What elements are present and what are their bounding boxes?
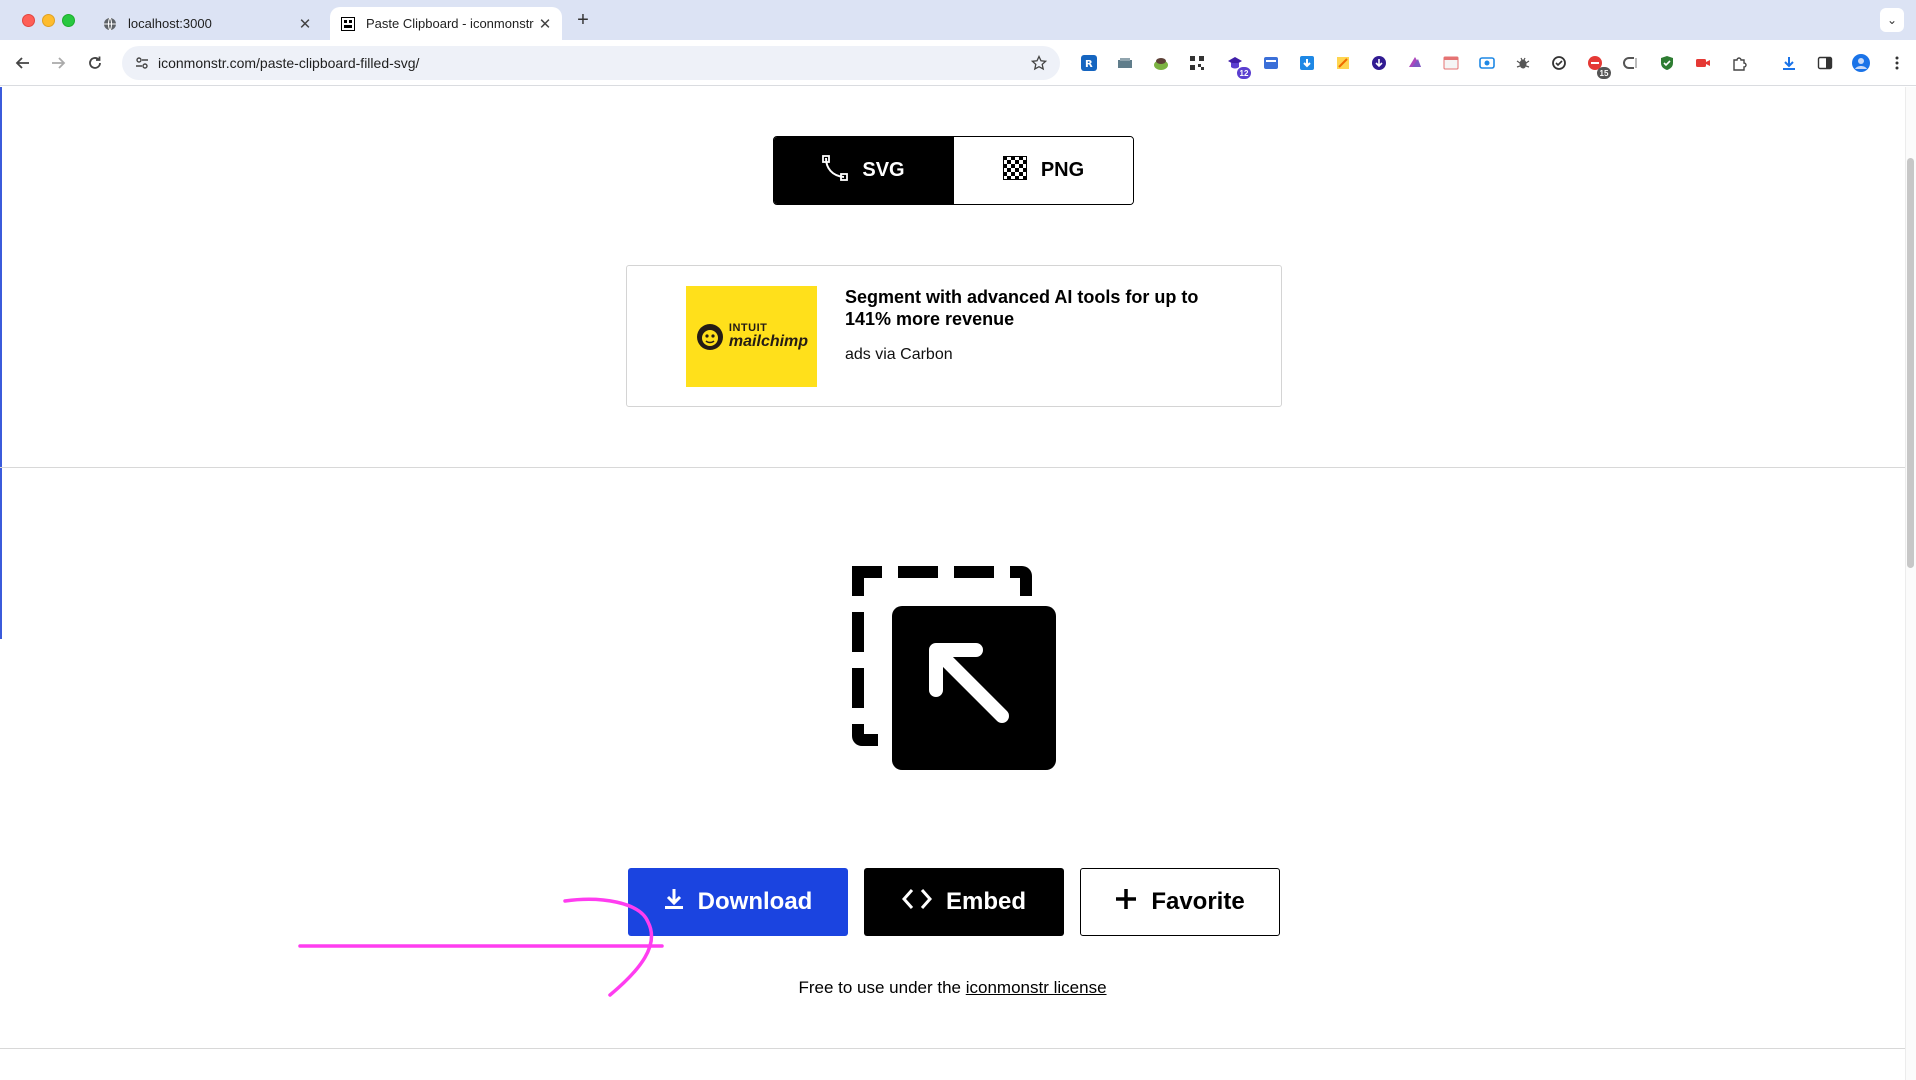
site-settings-icon[interactable] xyxy=(132,53,152,73)
bookmark-star-icon[interactable] xyxy=(1028,52,1050,74)
embed-label: Embed xyxy=(945,888,1026,915)
ad-logo-mailchimp: mailchimp xyxy=(728,333,809,350)
extensions-puzzle-icon[interactable] xyxy=(1729,53,1749,73)
mailchimp-logo: INTUIT mailchimp xyxy=(695,322,808,352)
extension-10-icon[interactable] xyxy=(1405,53,1425,73)
download-icon xyxy=(664,887,684,918)
window-zoom-button[interactable] xyxy=(62,14,75,27)
side-panel-icon[interactable] xyxy=(1815,53,1835,73)
extension-2-icon[interactable] xyxy=(1115,53,1135,73)
extension-14-icon[interactable] xyxy=(1549,53,1569,73)
extension-shield-icon[interactable] xyxy=(1657,53,1677,73)
extension-8-icon[interactable] xyxy=(1333,53,1353,73)
favorite-button[interactable]: Favorite xyxy=(1080,868,1280,936)
back-arrow-icon[interactable] xyxy=(12,52,34,74)
tab-search-chevron-icon[interactable]: ⌄ xyxy=(1880,8,1904,32)
license-notice: Free to use under the iconmonstr license xyxy=(0,978,1905,998)
ad-attribution[interactable]: ads via Carbon xyxy=(845,346,953,364)
ad-image[interactable]: INTUIT mailchimp xyxy=(686,286,817,387)
vector-path-icon xyxy=(822,154,849,187)
favorite-label: Favorite xyxy=(1151,888,1245,915)
reload-icon[interactable] xyxy=(84,52,106,74)
tab-title: localhost:3000 xyxy=(128,16,212,31)
tab-title: Paste Clipboard - iconmonstr xyxy=(366,16,534,31)
section-divider xyxy=(0,1048,1905,1049)
format-svg-button[interactable]: SVG xyxy=(774,137,953,204)
browser-menu-icon[interactable] xyxy=(1887,53,1907,73)
format-png-label: PNG xyxy=(1040,159,1085,181)
page-left-edge xyxy=(0,87,2,639)
tab-close-icon[interactable]: ✕ xyxy=(534,13,556,35)
extension-6-icon[interactable] xyxy=(1261,53,1281,73)
address-bar[interactable]: iconmonstr.com/paste-clipboard-filled-sv… xyxy=(122,46,1060,80)
window-minimize-button[interactable] xyxy=(42,14,55,27)
browser-tab-bar: localhost:3000 ✕ Paste Clipboard - iconm… xyxy=(0,0,1916,40)
extension-badge: 15 xyxy=(1597,67,1611,79)
extension-3-icon[interactable] xyxy=(1151,53,1171,73)
extension-9-icon[interactable] xyxy=(1369,53,1389,73)
extension-1-icon[interactable]: R xyxy=(1079,53,1099,73)
new-tab-icon[interactable]: + xyxy=(572,9,594,31)
format-toggle: SVG PNG xyxy=(773,136,1134,205)
tab-close-icon[interactable]: ✕ xyxy=(294,13,316,35)
extension-bug-icon[interactable] xyxy=(1513,53,1533,73)
download-label: Download xyxy=(697,888,813,915)
svg-text:R: R xyxy=(1085,59,1093,70)
forward-arrow-icon[interactable] xyxy=(47,52,69,74)
iconmonstr-favicon-icon xyxy=(340,16,356,32)
downloads-icon[interactable] xyxy=(1779,53,1799,73)
extension-badge: 12 xyxy=(1237,67,1251,79)
download-button[interactable]: Download xyxy=(628,868,848,936)
plus-icon xyxy=(1115,888,1137,917)
globe-icon xyxy=(102,16,118,32)
license-prefix: Free to use under the xyxy=(798,978,966,997)
format-svg-label: SVG xyxy=(862,159,905,181)
extension-15-icon[interactable]: 15 xyxy=(1585,53,1611,79)
section-divider xyxy=(0,467,1905,468)
window-close-button[interactable] xyxy=(22,14,35,27)
extension-5-icon[interactable]: 12 xyxy=(1225,53,1251,79)
extension-16-icon[interactable] xyxy=(1621,53,1641,73)
format-png-button[interactable]: PNG xyxy=(953,137,1133,204)
extension-12-icon[interactable] xyxy=(1477,53,1497,73)
code-brackets-icon xyxy=(901,887,932,918)
extension-download-icon[interactable] xyxy=(1297,53,1317,73)
license-link[interactable]: iconmonstr license xyxy=(966,978,1107,997)
carbon-ad[interactable]: INTUIT mailchimp Segment with advanced A… xyxy=(626,265,1282,407)
extension-qr-icon[interactable] xyxy=(1187,53,1207,73)
tab-localhost[interactable]: localhost:3000 ✕ xyxy=(92,7,322,40)
embed-button[interactable]: Embed xyxy=(864,868,1064,936)
scrollbar-thumb[interactable] xyxy=(1907,158,1914,568)
extension-11-icon[interactable] xyxy=(1441,53,1461,73)
freddie-monkey-icon xyxy=(696,323,723,350)
profile-avatar-icon[interactable] xyxy=(1851,53,1871,73)
ad-headline[interactable]: Segment with advanced AI tools for up to… xyxy=(845,286,1235,330)
tab-paste-clipboard[interactable]: Paste Clipboard - iconmonstr ✕ xyxy=(330,7,562,40)
url-text: iconmonstr.com/paste-clipboard-filled-sv… xyxy=(158,55,420,71)
paste-clipboard-filled-icon xyxy=(852,566,1056,770)
checkerboard-icon xyxy=(1002,155,1027,186)
extension-video-icon[interactable] xyxy=(1693,53,1713,73)
